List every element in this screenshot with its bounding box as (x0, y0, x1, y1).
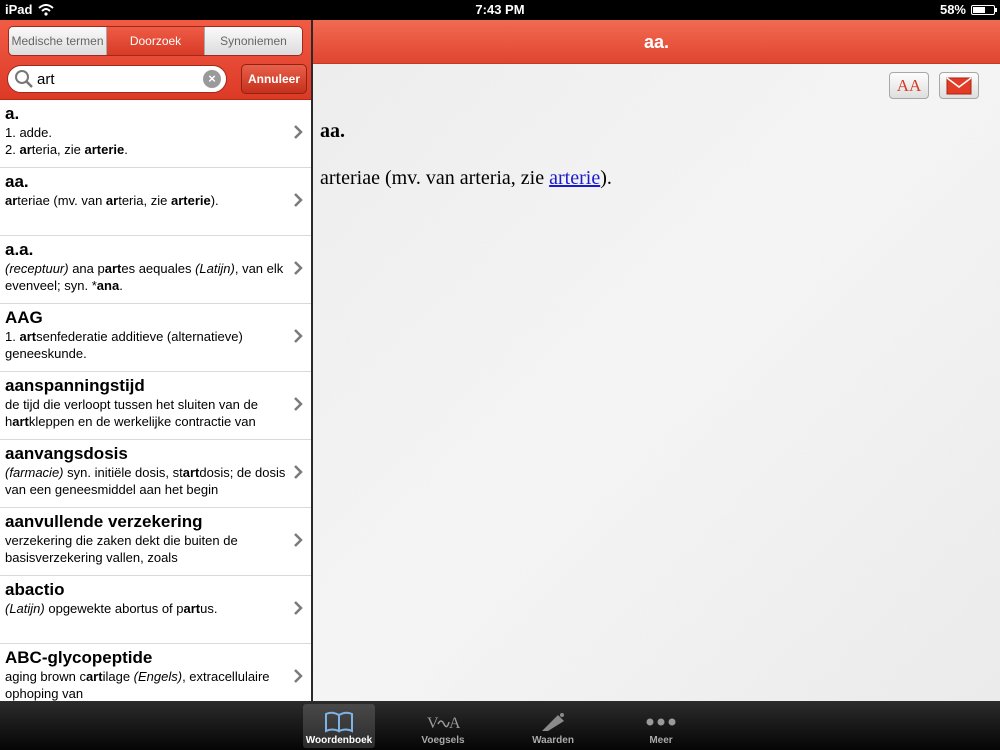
result-term: a.a. (5, 240, 34, 259)
mail-icon (946, 76, 972, 94)
chevron-right-icon (294, 329, 303, 343)
result-row[interactable]: aanspanningstijd de tijd die verloopt tus… (0, 372, 311, 440)
result-row[interactable]: aa. arteriae (mv. van arteria, zie arteri… (0, 168, 311, 236)
result-definition: 1. adde. 2. arteria, zie arterie. (5, 125, 128, 157)
tab-bar: Woordenboek V A Voegsels Waarden Meer (0, 701, 1000, 750)
book-icon (325, 711, 353, 733)
more-dots-icon (646, 718, 676, 726)
detail-panel: aa. AA aa. arteriae (mv. van arteria, zi… (313, 20, 1000, 701)
tab-label: Waarden (532, 735, 574, 746)
result-row[interactable]: aanvullende verzekering verzekering die z… (0, 508, 311, 576)
chevron-right-icon (294, 669, 303, 683)
tab-label: Voegsels (421, 735, 465, 746)
result-term: a. (5, 104, 20, 123)
entry-headword: aa. (320, 120, 345, 142)
svg-text:A: A (449, 715, 460, 732)
tab-woordenboek[interactable]: Woordenboek (303, 704, 375, 748)
battery-icon (971, 4, 997, 15)
result-row[interactable]: aanvangsdosis (farmacie) syn. initiële do… (0, 440, 311, 508)
result-row[interactable]: a.a. (receptuur) ana partes aequales (Lat… (0, 236, 311, 304)
segment-medische-termen[interactable]: Medische termen (9, 27, 107, 55)
search-field[interactable]: × (7, 65, 227, 93)
tab-label: Meer (649, 735, 673, 746)
battery-percent: 58% (939, 2, 966, 17)
segmented-control: Medische termen Doorzoek Synoniemen (8, 26, 303, 56)
status-bar: iPad 7:43 PM 58% (0, 0, 1000, 20)
result-definition: aging brown cartilage (Engels), extracel… (5, 669, 270, 701)
chevron-right-icon (294, 465, 303, 479)
chevron-right-icon (294, 601, 303, 615)
result-row[interactable]: abactio (Latijn) opgewekte abortus of par… (0, 576, 311, 644)
flask-icon (542, 713, 564, 731)
result-list: a. 1. adde. 2. arteria, zie arterie. aa. art… (0, 100, 311, 701)
result-term: aanspanningstijd (5, 376, 145, 395)
tab-meer[interactable]: Meer (625, 704, 697, 748)
affix-icon: V A (427, 715, 460, 732)
result-definition: de tijd die verloopt tussen het sluiten … (5, 397, 258, 429)
result-term: aanvullende verzekering (5, 512, 203, 531)
result-term: ABC-glycopeptide (5, 648, 153, 667)
chevron-right-icon (294, 193, 303, 207)
svg-text:V: V (427, 715, 439, 732)
detail-title: aa. (313, 20, 1000, 64)
result-term: aa. (5, 172, 29, 191)
result-definition: arteriae (mv. van arteria, zie arterie). (5, 193, 219, 208)
result-term: AAG (5, 308, 43, 327)
result-row[interactable]: a. 1. adde. 2. arteria, zie arterie. (0, 100, 311, 168)
result-definition: 1. artsenfederatie additieve (alternatie… (5, 329, 243, 361)
tab-voegsels[interactable]: V A Voegsels (407, 704, 479, 748)
result-row[interactable]: AAG 1. artsenfederatie additieve (alterna… (0, 304, 311, 372)
entry-link-arterie[interactable]: arterie (549, 167, 600, 189)
search-icon (15, 70, 33, 88)
chevron-right-icon (294, 533, 303, 547)
segment-doorzoek[interactable]: Doorzoek (107, 27, 205, 55)
result-definition: (farmacie) syn. initiële dosis, startdos… (5, 465, 286, 497)
chevron-right-icon (294, 125, 303, 139)
result-definition: verzekering die zaken dekt die buiten de… (5, 533, 238, 565)
chevron-right-icon (294, 397, 303, 411)
font-size-icon: AA (896, 75, 922, 95)
search-panel: Medische termen Doorzoek Synoniemen × An… (0, 20, 311, 701)
clear-search-icon[interactable]: × (203, 70, 221, 88)
cancel-button[interactable]: Annuleer (241, 64, 307, 94)
search-header: Medische termen Doorzoek Synoniemen × An… (0, 20, 311, 100)
segment-synoniemen[interactable]: Synoniemen (205, 27, 302, 55)
tab-waarden[interactable]: Waarden (517, 704, 589, 748)
entry-body: arteriae (mv. van arteria, zie arterie). (320, 167, 612, 190)
search-input[interactable] (35, 69, 203, 89)
status-time: 7:43 PM (475, 2, 525, 17)
tab-label: Woordenboek (305, 735, 373, 746)
font-size-button[interactable]: AA (889, 72, 929, 99)
result-definition: (Latijn) opgewekte abortus of partus. (5, 601, 218, 616)
dictionary-entry: aa. arteriae (mv. van arteria, zie arter… (320, 120, 612, 190)
result-row[interactable]: ABC-glycopeptide aging brown cartilage (E… (0, 644, 311, 701)
result-term: abactio (5, 580, 65, 599)
chevron-right-icon (294, 261, 303, 275)
entry-text: arteriae (mv. van arteria, zie (320, 167, 550, 189)
email-button[interactable] (939, 72, 979, 99)
entry-text-end: ). (600, 167, 612, 189)
result-definition: (receptuur) ana partes aequales (Latijn)… (5, 261, 284, 293)
result-term: aanvangsdosis (5, 444, 128, 463)
